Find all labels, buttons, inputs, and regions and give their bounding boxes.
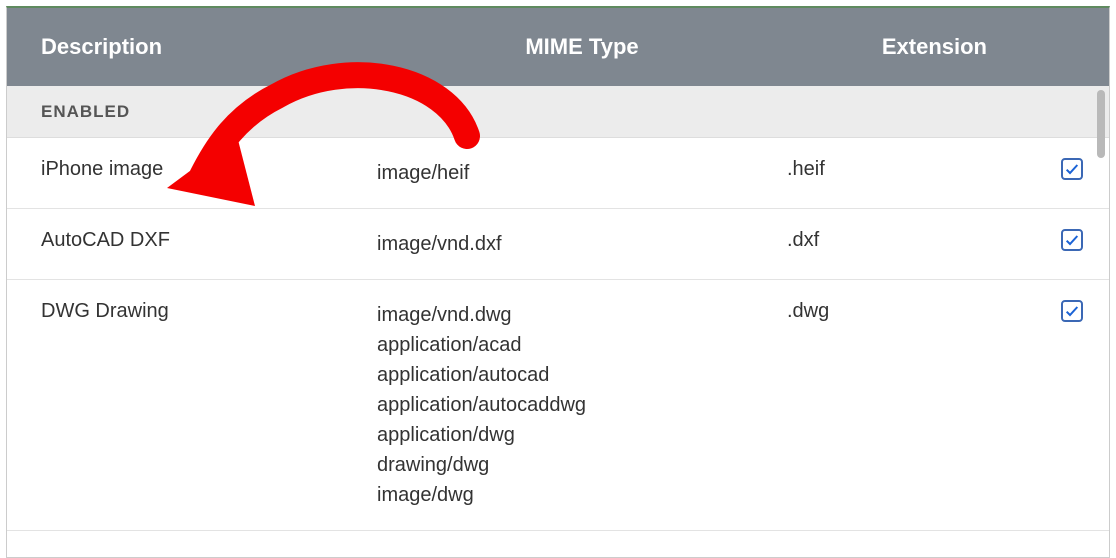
group-label: ENABLED bbox=[41, 102, 130, 122]
check-icon bbox=[1064, 303, 1080, 319]
row-description: iPhone image bbox=[7, 158, 377, 188]
header-extension: Extension bbox=[787, 34, 987, 60]
row-extension: .heif bbox=[787, 158, 987, 188]
table-row: iPhone image image/heif .heif bbox=[7, 138, 1109, 209]
row-mime: image/vnd.dxf bbox=[377, 229, 787, 259]
check-icon bbox=[1064, 232, 1080, 248]
row-description: DWG Drawing bbox=[7, 300, 377, 510]
enable-checkbox[interactable] bbox=[1061, 229, 1083, 251]
table-row: AutoCAD DXF image/vnd.dxf .dxf bbox=[7, 209, 1109, 280]
table-header: Description MIME Type Extension bbox=[7, 8, 1109, 86]
table-row: DWG Drawing image/vnd.dwg application/ac… bbox=[7, 280, 1109, 531]
enable-checkbox[interactable] bbox=[1061, 158, 1083, 180]
header-mime: MIME Type bbox=[377, 34, 787, 60]
group-enabled: ENABLED bbox=[7, 86, 1109, 138]
mime-types-table: Description MIME Type Extension ENABLED … bbox=[7, 8, 1109, 557]
row-extension: .dwg bbox=[787, 300, 987, 510]
scrollbar-thumb[interactable] bbox=[1097, 90, 1105, 158]
header-description: Description bbox=[7, 34, 377, 60]
row-mime: image/heif bbox=[377, 158, 787, 188]
row-extension: .dxf bbox=[787, 229, 987, 259]
check-icon bbox=[1064, 161, 1080, 177]
enable-checkbox[interactable] bbox=[1061, 300, 1083, 322]
row-description: AutoCAD DXF bbox=[7, 229, 377, 259]
row-mime: image/vnd.dwg application/acad applicati… bbox=[377, 300, 787, 510]
